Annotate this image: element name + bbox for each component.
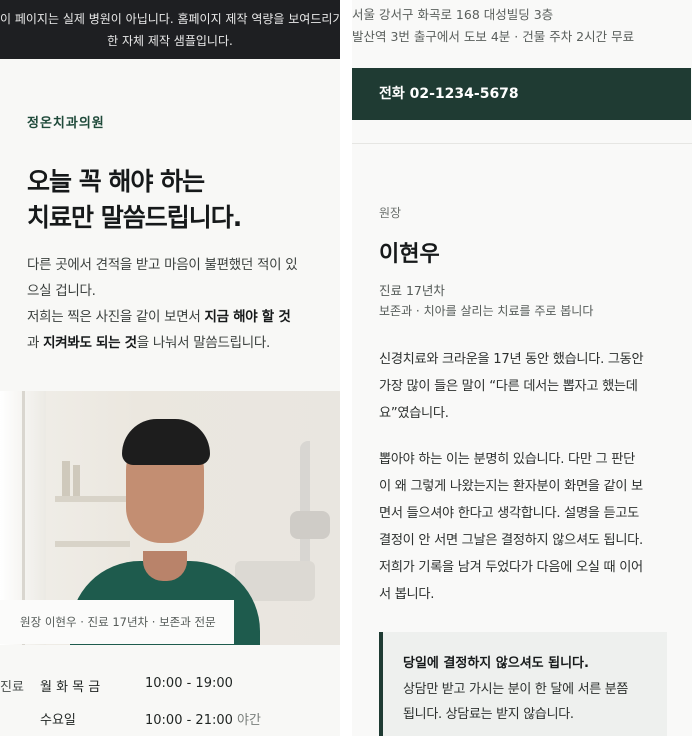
right-panel: 서울 강서구 화곡로 168 대성빌딩 3층 발산역 3번 출구에서 도보 4분… <box>352 0 692 736</box>
hours-row: 수요일 10:00 - 21:00 야간 <box>0 709 340 729</box>
clinic-brand[interactable]: 정온치과의원 <box>27 112 105 131</box>
callout-body: 상담만 받고 가시는 분이 한 달에 서른 분쯤 됩니다. 상담료는 받지 않습… <box>403 677 667 727</box>
intro-line: 과 지켜봐도 되는 것을 나눠서 말씀드립니다. <box>27 330 327 356</box>
hours-note: 야간 <box>237 713 261 728</box>
address-line: 서울 강서구 화곡로 168 대성빌딩 3층 <box>352 7 554 22</box>
doctor-photo: 원장 이현우 · 진료 17년차 · 보존과 전문 <box>0 391 340 645</box>
callout-line: 됩니다. 상담료는 받지 않습니다. <box>403 707 574 722</box>
intro-text: 저희는 찍은 사진을 같이 보면서 <box>27 309 205 325</box>
clinic-address: 서울 강서구 화곡로 168 대성빌딩 3층 발산역 3번 출구에서 도보 4분… <box>352 4 634 48</box>
notice-line: 이 페이지는 실제 병원이 아닙니다. 홈페이지 제작 역량을 보여드리기 위 <box>0 12 340 26</box>
panel-gap <box>340 0 352 736</box>
bio-line: 서 봅니다. <box>379 587 435 602</box>
doctor-years: 진료 17년차 <box>379 283 445 298</box>
photo-caption: 원장 이현우 · 진료 17년차 · 보존과 전문 <box>0 600 234 644</box>
bio-line: 요”였습니다. <box>379 406 449 421</box>
hours-time: 10:00 - 21:00 야간 <box>145 709 261 728</box>
intro-emphasis: 지켜봐도 되는 것 <box>43 335 137 351</box>
photo-lamp-head <box>290 511 330 539</box>
doctor-bio-paragraph: 뽑아야 하는 이는 분명히 있습니다. 다만 그 판단 이 왜 그렇게 나왔는지… <box>379 446 691 608</box>
call-button[interactable]: 전화 02-1234-5678 <box>352 68 691 120</box>
intro-emphasis: 지금 해야 할 것 <box>204 309 291 325</box>
hours-time-value: 10:00 - 21:00 <box>145 713 233 728</box>
bio-line: 결정이 안 서면 그날은 결정하지 않으셔도 됩니다. <box>379 533 643 548</box>
section-divider <box>352 143 692 144</box>
photo-book <box>62 461 70 496</box>
doctor-specialty: 보존과 · 치아를 살리는 치료를 주로 봅니다 <box>379 304 594 318</box>
hours-days: 월 화 목 금 <box>40 680 101 695</box>
bio-line: 가장 많이 들은 말이 “다른 데서는 뽑자고 했는데 <box>379 379 638 394</box>
bio-line: 저희가 기록을 남겨 두었다가 다음에 오실 때 이어 <box>379 560 643 575</box>
callout-title: 당일에 결정하지 않으셔도 됩니다. <box>403 656 589 671</box>
directions-line: 발산역 3번 출구에서 도보 4분 · 건물 주차 2시간 무료 <box>352 29 635 44</box>
notice-line: 한 자체 제작 샘플입니다. <box>107 34 233 48</box>
bio-line: 뽑아야 하는 이는 분명히 있습니다. 다만 그 판단 <box>379 452 635 467</box>
hero-intro: 다른 곳에서 견적을 받고 마음이 불편했던 적이 있 으실 겁니다. 저희는 … <box>27 252 327 356</box>
callout-line: 상담만 받고 가시는 분이 한 달에 서른 분쯤 <box>403 682 629 697</box>
intro-line: 으실 겁니다. <box>27 283 96 299</box>
bio-line: 면서 들으셔야 한다고 생각합니다. 설명을 듣고도 <box>379 506 640 521</box>
bio-line: 신경치료와 크라운을 17년 동안 했습니다. 그동안 <box>379 352 644 367</box>
hours-row: 진료 월 화 목 금 10:00 - 19:00 <box>0 676 340 696</box>
doctor-name: 이현우 <box>379 242 440 267</box>
bio-line: 이 왜 그렇게 나왔는지는 환자분이 화면을 같이 보 <box>379 479 643 494</box>
intro-text: 과 <box>27 335 44 351</box>
hero-headline: 오늘 꼭 해야 하는 치료만 말씀드립니다. <box>27 164 242 236</box>
doctor-hair <box>122 419 210 465</box>
doctor-role: 원장 <box>379 206 402 220</box>
intro-line: 다른 곳에서 견적을 받고 마음이 불편했던 적이 있 <box>27 257 298 273</box>
no-pressure-callout: 당일에 결정하지 않으셔도 됩니다. 상담만 받고 가시는 분이 한 달에 서른… <box>379 632 667 736</box>
hours-label: 진료 <box>0 680 24 695</box>
headline-line: 치료만 말씀드립니다. <box>27 203 242 232</box>
intro-text: 을 나눠서 말씀드립니다. <box>136 335 270 351</box>
photo-shelf <box>55 541 130 547</box>
hours-days: 수요일 <box>40 713 76 728</box>
photo-book <box>73 465 80 496</box>
headline-line: 오늘 꼭 해야 하는 <box>27 167 205 196</box>
intro-line: 저희는 찍은 사진을 같이 보면서 지금 해야 할 것 <box>27 304 327 330</box>
left-panel: 이 페이지는 실제 병원이 아닙니다. 홈페이지 제작 역량을 보여드리기 위 … <box>0 0 340 736</box>
hours-time: 10:00 - 19:00 <box>145 676 233 691</box>
doctor-bio-paragraph: 신경치료와 크라운을 17년 동안 했습니다. 그동안 가장 많이 들은 말이 … <box>379 346 691 427</box>
photo-shelf <box>55 496 130 502</box>
sample-notice-banner: 이 페이지는 실제 병원이 아닙니다. 홈페이지 제작 역량을 보여드리기 위 … <box>0 0 340 59</box>
